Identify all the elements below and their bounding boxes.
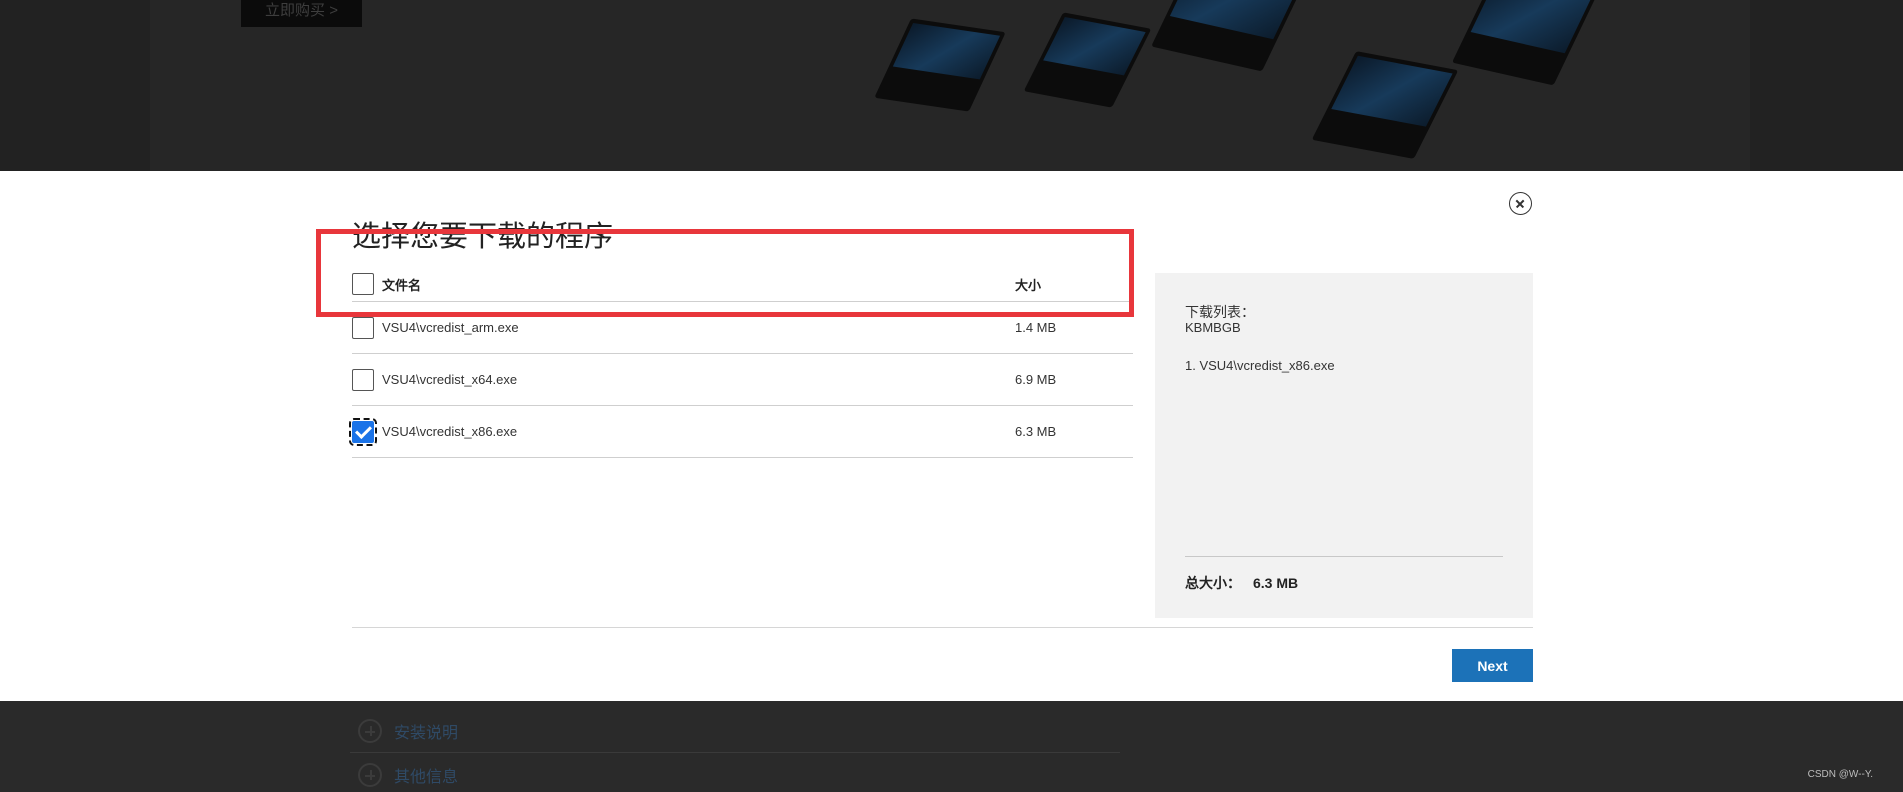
- total-size-value: 6.3 MB: [1253, 575, 1299, 591]
- total-size-label: 总大小：: [1185, 575, 1241, 591]
- next-button[interactable]: Next: [1452, 649, 1533, 682]
- row-checkbox[interactable]: [352, 316, 374, 339]
- footer-divider: [352, 627, 1533, 628]
- download-list-label: 下载列表：: [1185, 304, 1255, 320]
- plus-circle-icon: [358, 763, 382, 787]
- table-row[interactable]: VSU4\vcredist_x64.exe 6.9 MB: [352, 354, 1133, 406]
- download-summary-panel: 下载列表： KBMBGB 1. VSU4\vcredist_x86.exe 总大…: [1155, 273, 1533, 618]
- row-checkbox-checked[interactable]: [349, 417, 377, 446]
- buy-now-button[interactable]: 立即购买 >: [241, 0, 362, 27]
- file-size: 6.9 MB: [1015, 372, 1057, 387]
- watermark: CSDN @W--Y.: [1807, 769, 1873, 780]
- size-units: KBMBGB: [1185, 320, 1241, 335]
- file-name: VSU4\vcredist_x86.exe: [382, 424, 518, 439]
- more-info-link[interactable]: 其他信息: [358, 762, 458, 788]
- link-label: 其他信息: [394, 769, 459, 786]
- file-size: 1.4 MB: [1015, 320, 1057, 335]
- link-label: 安装说明: [394, 725, 459, 742]
- install-instructions-link[interactable]: 安装说明: [358, 718, 458, 744]
- summary-divider: [1185, 556, 1503, 557]
- background-hero: 立即购买 >: [0, 0, 1903, 171]
- plus-circle-icon: [358, 719, 382, 743]
- row-checkbox[interactable]: [352, 368, 374, 391]
- download-list-item: 1. VSU4\vcredist_x86.exe: [1185, 358, 1335, 373]
- close-icon[interactable]: [1509, 192, 1532, 215]
- file-name: VSU4\vcredist_x64.exe: [382, 372, 518, 387]
- background-footer: 安装说明 其他信息 CSDN @W--Y.: [0, 701, 1903, 792]
- highlight-annotation-box: [316, 229, 1134, 317]
- total-size: 总大小： 6.3 MB: [1185, 573, 1298, 593]
- file-name: VSU4\vcredist_arm.exe: [382, 320, 519, 335]
- divider: [350, 752, 1120, 753]
- file-size: 6.3 MB: [1015, 424, 1057, 439]
- table-row[interactable]: VSU4\vcredist_x86.exe 6.3 MB: [349, 406, 1133, 458]
